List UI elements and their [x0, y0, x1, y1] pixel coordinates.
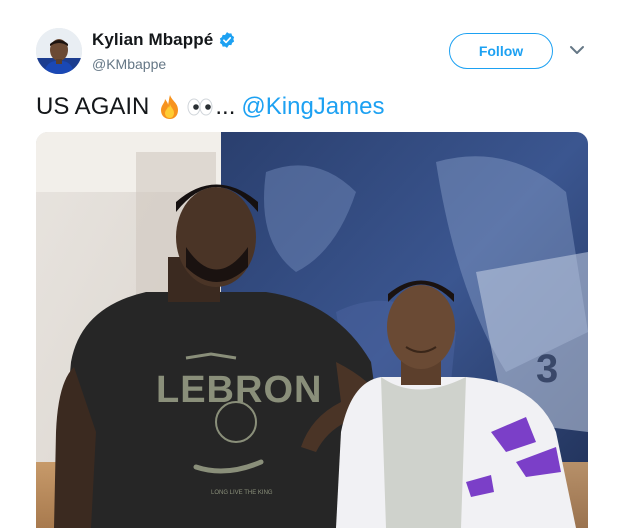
- fire-emoji-icon: [161, 95, 179, 119]
- avatar-image: [36, 28, 82, 74]
- display-name[interactable]: Kylian Mbappé: [92, 30, 213, 50]
- follow-button[interactable]: Follow: [449, 33, 553, 69]
- shirt-print: LEBRON: [156, 369, 322, 411]
- chevron-down-icon[interactable]: [569, 44, 585, 56]
- tweet-ellipsis: ...: [215, 93, 236, 120]
- handle[interactable]: @KMbappe: [92, 56, 166, 72]
- tweet-header: Kylian Mbappé @KMbappe Follow: [0, 0, 620, 90]
- photo-image: 3 LEBRON LONG LIVE THE KING: [36, 132, 588, 528]
- avatar[interactable]: [36, 28, 82, 74]
- verified-badge-icon: [220, 32, 235, 48]
- tweet-text: US AGAIN ... @KingJames: [36, 93, 384, 121]
- eyes-emoji-icon: [187, 98, 213, 116]
- name-row: Kylian Mbappé: [92, 30, 236, 50]
- shirt-small-print: LONG LIVE THE KING: [211, 490, 273, 496]
- tweet-photo[interactable]: 3 LEBRON LONG LIVE THE KING: [36, 132, 588, 528]
- tweet-text-main: US AGAIN: [36, 93, 150, 120]
- mention-link[interactable]: @KingJames: [241, 93, 384, 121]
- svg-text:3: 3: [536, 347, 558, 391]
